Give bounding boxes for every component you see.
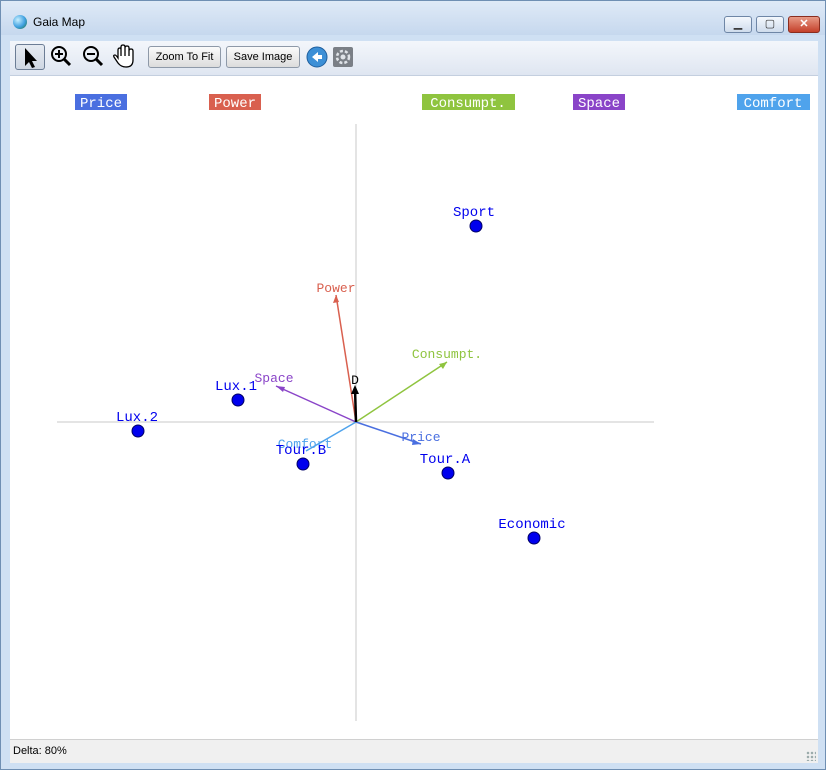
legend-label-consumpt: Consumpt. xyxy=(430,96,506,112)
save-image-button[interactable]: Save Image xyxy=(226,46,300,68)
criterion-vector-consumpt xyxy=(355,361,448,423)
alternative-label-lux2: Lux.2 xyxy=(116,410,158,426)
zoom-in-icon xyxy=(51,46,72,67)
close-icon: ✕ xyxy=(799,18,809,30)
criteria-vectors: Power Consumpt. Space Comfort Price xyxy=(254,281,482,452)
legend-label-space: Space xyxy=(578,96,620,112)
minimize-button[interactable]: ▁ xyxy=(724,16,752,33)
select-tool-button[interactable] xyxy=(15,44,45,70)
criterion-arrowhead-space xyxy=(276,386,285,392)
alternative-point-lux1[interactable] xyxy=(231,393,245,407)
gaia-map-canvas[interactable]: Price Power Consumpt. Space Comfort Powe… xyxy=(10,76,818,739)
arrow-pointer-icon xyxy=(25,48,37,68)
delta-status: Delta: 80% xyxy=(13,745,67,757)
title-bar: Gaia Map ▁ ▢ ✕ xyxy=(1,1,825,35)
criterion-arrowhead-power xyxy=(333,295,339,303)
legend-label-power: Power xyxy=(214,96,256,112)
zoom-out-button[interactable] xyxy=(80,44,106,70)
legend-label-price: Price xyxy=(80,96,122,112)
alternative-label-lux1: Lux.1 xyxy=(215,379,257,395)
criterion-label-power: Power xyxy=(316,281,355,296)
criterion-vector-space xyxy=(275,385,357,423)
zoom-to-fit-button[interactable]: Zoom To Fit xyxy=(148,46,221,68)
alternative-point-toura[interactable] xyxy=(441,466,455,480)
gaia-map-plot[interactable]: Price Power Consumpt. Space Comfort Powe… xyxy=(10,76,818,739)
criterion-label-consumpt: Consumpt. xyxy=(412,347,482,362)
criterion-label-space: Space xyxy=(254,371,293,386)
alternative-point-lux2[interactable] xyxy=(131,424,145,438)
criteria-legend: Price Power Consumpt. Space Comfort xyxy=(75,94,810,112)
gaia-map-window: Gaia Map ▁ ▢ ✕ Zoom To Fit Save Image Pr… xyxy=(0,0,826,770)
settings-button[interactable] xyxy=(332,44,354,70)
maximize-button[interactable]: ▢ xyxy=(756,16,784,33)
status-bar: Delta: 80% xyxy=(10,739,818,763)
criterion-label-price: Price xyxy=(401,430,440,445)
globe-icon xyxy=(13,15,27,29)
resize-grip-icon[interactable] xyxy=(806,751,816,761)
zoom-in-button[interactable] xyxy=(48,44,74,70)
alternative-label-toura: Tour.A xyxy=(420,452,471,468)
window-title: Gaia Map xyxy=(33,15,86,29)
legend-label-comfort: Comfort xyxy=(744,96,803,112)
alternative-point-sport[interactable] xyxy=(469,219,483,233)
hand-icon xyxy=(113,44,134,68)
decision-axis-label: D xyxy=(351,373,359,388)
toolbar: Zoom To Fit Save Image xyxy=(10,41,818,76)
alternative-point-tourb[interactable] xyxy=(296,457,310,471)
pan-tool-button[interactable] xyxy=(110,44,138,70)
alternative-label-economic: Economic xyxy=(498,517,565,533)
close-button[interactable]: ✕ xyxy=(788,16,820,33)
zoom-out-icon xyxy=(83,46,104,67)
alternative-label-sport: Sport xyxy=(453,205,495,221)
minimize-icon: ▁ xyxy=(733,18,743,30)
criterion-vector-power xyxy=(335,294,357,423)
criterion-arrowhead-consumpt xyxy=(439,362,447,369)
alternative-label-tourb: Tour.B xyxy=(276,443,326,459)
back-arrow-icon xyxy=(306,46,328,68)
alternatives: Sport Lux.1 Lux.2 Tour.B Tour.A Economic xyxy=(116,205,566,545)
maximize-icon: ▢ xyxy=(764,18,776,30)
alternative-point-economic[interactable] xyxy=(527,531,541,545)
gear-icon xyxy=(333,47,353,67)
back-button[interactable] xyxy=(306,44,328,70)
